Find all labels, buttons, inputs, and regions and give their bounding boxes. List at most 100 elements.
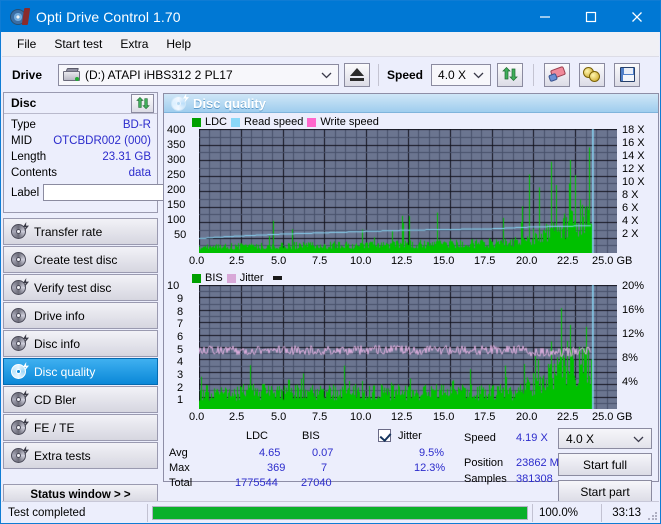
disc-icon (11, 280, 26, 295)
sidebar-item-disc-quality[interactable]: Disc quality (3, 358, 158, 385)
minimize-icon[interactable] (522, 1, 568, 32)
ytick-bottom: 7 (177, 318, 183, 330)
menu-start-test[interactable]: Start test (45, 34, 111, 54)
start-part-button[interactable]: Start part (558, 480, 652, 503)
disc-row-length: Length 23.31 GB (11, 149, 151, 165)
resize-grip[interactable] (647, 511, 657, 521)
xtick-top: 7.5 (312, 255, 327, 267)
toolbar-divider-1 (378, 64, 379, 86)
disc-refresh-button[interactable] (131, 94, 154, 113)
eject-button[interactable] (344, 63, 370, 87)
disc-row-mid: MID OTCBDR002 (000) (11, 133, 151, 149)
start-full-button[interactable]: Start full (558, 453, 652, 476)
disc-row-key: MID (11, 135, 32, 147)
sidebar-item-label: Extra tests (34, 449, 91, 463)
chevron-down-icon (633, 432, 644, 446)
chart-bottom-bis-jitter (199, 285, 617, 409)
y2tick-bottom: 16% (622, 304, 644, 316)
xtick-top: 17.5 (474, 255, 495, 267)
sidebar-item-label: FE / TE (34, 421, 74, 435)
speed-result-value: 4.19 X (516, 432, 548, 444)
speed-label: Speed (387, 68, 423, 82)
xtick-bottom: 5.0 (271, 411, 286, 423)
toolbar-divider-2 (533, 64, 534, 86)
menu-extra[interactable]: Extra (111, 34, 157, 54)
samples-label: Samples (464, 473, 507, 485)
xtick-bottom: 2.5 (229, 411, 244, 423)
test-speed-select[interactable]: 4.0 X (558, 428, 652, 449)
jitter-checkbox[interactable] (378, 429, 391, 442)
floppy-save-icon (620, 67, 635, 82)
sidebar-item-drive-info[interactable]: Drive info (3, 302, 158, 329)
disc-row-value: BD-R (123, 119, 151, 131)
window-controls (522, 1, 660, 32)
save-button[interactable] (614, 63, 640, 87)
xtick-top: 5.0 (271, 255, 286, 267)
stats-row-label-avg: Avg (169, 447, 188, 459)
stats-avg-ldc: 4.65 (259, 447, 280, 459)
sidebar-item-extra-tests[interactable]: Extra tests (3, 442, 158, 469)
legend-swatch-write-speed (307, 118, 316, 127)
ytick-top: 100 (167, 214, 185, 226)
speed-select[interactable]: 4.0 X (431, 64, 491, 86)
stats-block: LDC BIS Jitter Avg 4.65 0.07 9.5% Max 36… (164, 428, 658, 482)
legend-label-read-speed: Read speed (244, 116, 303, 128)
menu-help[interactable]: Help (157, 34, 200, 54)
disc-icon (11, 448, 26, 463)
disc-icon (11, 252, 26, 267)
stats-avg-jitter: 9.5% (419, 447, 444, 459)
xtick-bottom: 7.5 (312, 411, 327, 423)
refresh-button[interactable] (497, 63, 523, 87)
sidebar-item-cd-bler[interactable]: CD Bler (3, 386, 158, 413)
drive-toolbar: Drive (D:) ATAPI iHBS312 2 PL17 Speed 4.… (2, 57, 659, 92)
close-icon[interactable] (614, 1, 660, 32)
ytick-bottom: 9 (177, 293, 183, 305)
disc-row-key: Type (11, 119, 36, 131)
maximize-icon[interactable] (568, 1, 614, 32)
ytick-bottom: 4 (177, 356, 183, 368)
legend-label-bis: BIS (205, 272, 223, 284)
menu-file[interactable]: File (8, 34, 45, 54)
drive-select[interactable]: (D:) ATAPI iHBS312 2 PL17 (58, 64, 339, 86)
position-label: Position (464, 457, 503, 469)
ytick-bottom: 8 (177, 306, 183, 318)
stats-avg-bis: 0.07 (312, 447, 333, 459)
ytick-bottom: 1 (177, 394, 183, 406)
disc-row-value: 23.31 GB (102, 151, 151, 163)
disc-info-panel: Disc Type BD-R MID OTCB (3, 92, 158, 213)
xtick-top: 25.0 GB (592, 255, 632, 267)
stats-max-bis: 7 (321, 462, 327, 474)
sidebar-item-label: Disc info (34, 337, 80, 351)
y2tick-bottom: 8% (622, 352, 638, 364)
xtick-bottom: 15.0 (433, 411, 454, 423)
ytick-top: 200 (167, 184, 185, 196)
sidebar-item-transfer-rate[interactable]: Transfer rate (3, 218, 158, 245)
erase-button[interactable] (544, 63, 570, 87)
stats-total-bis: 27040 (301, 477, 332, 489)
sidebar-item-fe-te[interactable]: FE / TE (3, 414, 158, 441)
disc-icon (11, 420, 26, 435)
xtick-top: 0.0 (189, 255, 204, 267)
sidebar-item-label: CD Bler (34, 393, 76, 407)
xtick-bottom: 17.5 (474, 411, 495, 423)
sidebar-item-verify-test-disc[interactable]: Verify test disc (3, 274, 158, 301)
disc-row-value: OTCBDR002 (000) (53, 135, 151, 147)
sidebar-item-disc-info[interactable]: Disc info (3, 330, 158, 357)
stats-max-jitter: 12.3% (414, 462, 445, 474)
y2tick-top: 12 X (622, 163, 645, 175)
progress-bar (152, 506, 528, 520)
chevron-down-icon (321, 68, 332, 82)
y2tick-top: 8 X (622, 189, 639, 201)
chevron-down-icon (473, 68, 484, 82)
legend-swatch-bis (192, 274, 201, 283)
ytick-bottom: 5 (177, 344, 183, 356)
sidebar-item-create-test-disc[interactable]: Create test disc (3, 246, 158, 273)
sidebar-item-label: Disc quality (34, 365, 95, 379)
window-title: Opti Drive Control 1.70 (36, 9, 181, 25)
disc-icon (171, 96, 186, 111)
refresh-icon (136, 97, 150, 110)
disc-tools-button[interactable] (579, 63, 605, 87)
disc-row-key: Contents (11, 167, 57, 179)
progress-percent: 100.0% (533, 502, 601, 524)
drive-icon (63, 68, 80, 82)
